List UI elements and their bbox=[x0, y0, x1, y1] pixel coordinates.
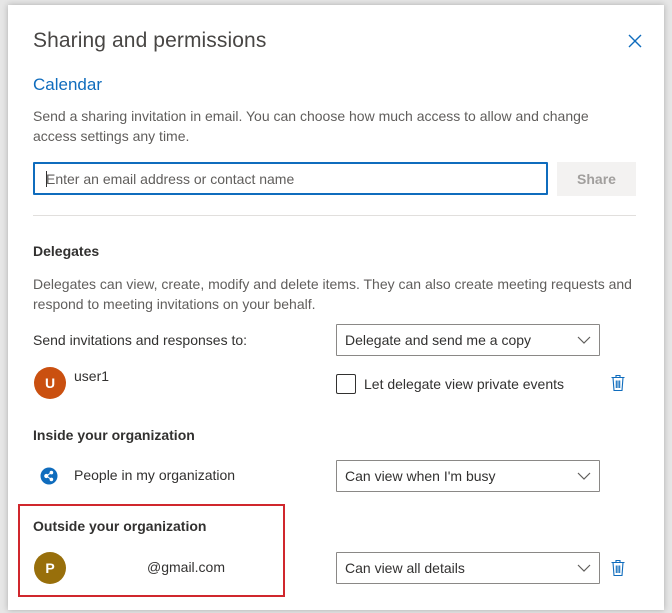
calendar-title: Calendar bbox=[33, 75, 102, 94]
divider bbox=[33, 215, 636, 216]
text-caret bbox=[46, 171, 47, 187]
organization-icon bbox=[40, 467, 58, 485]
chevron-down-icon bbox=[577, 336, 591, 344]
outside-permission-select[interactable]: Can view all details bbox=[336, 552, 600, 584]
chevron-down-icon bbox=[577, 472, 591, 480]
delegate-send-value: Delegate and send me a copy bbox=[345, 332, 532, 348]
private-events-label: Let delegate view private events bbox=[364, 376, 565, 392]
chevron-down-icon bbox=[577, 564, 591, 572]
org-entity-label: People in my organization bbox=[74, 467, 236, 483]
delegates-heading: Delegates bbox=[33, 243, 100, 259]
delegate-send-select[interactable]: Delegate and send me a copy bbox=[336, 324, 600, 356]
inside-org-heading: Inside your organization bbox=[33, 427, 195, 443]
email-input[interactable] bbox=[33, 162, 548, 195]
send-invitations-label: Send invitations and responses to: bbox=[33, 332, 248, 348]
delegate-name: user1 bbox=[74, 368, 110, 384]
highlight-box bbox=[18, 504, 285, 597]
avatar: U bbox=[34, 367, 66, 399]
trash-icon[interactable] bbox=[610, 559, 626, 577]
close-icon[interactable] bbox=[626, 32, 644, 50]
share-button[interactable]: Share bbox=[557, 162, 636, 196]
outside-permission-value: Can view all details bbox=[345, 560, 465, 576]
trash-icon[interactable] bbox=[610, 374, 626, 392]
inside-permission-select[interactable]: Can view when I'm busy bbox=[336, 460, 600, 492]
inside-permission-value: Can view when I'm busy bbox=[345, 468, 496, 484]
dialog-title: Sharing and permissions bbox=[33, 29, 267, 52]
delegates-description: Delegates can view, create, modify and d… bbox=[33, 276, 632, 312]
private-events-checkbox[interactable] bbox=[336, 374, 356, 394]
sharing-description: Send a sharing invitation in email. You … bbox=[33, 108, 589, 144]
